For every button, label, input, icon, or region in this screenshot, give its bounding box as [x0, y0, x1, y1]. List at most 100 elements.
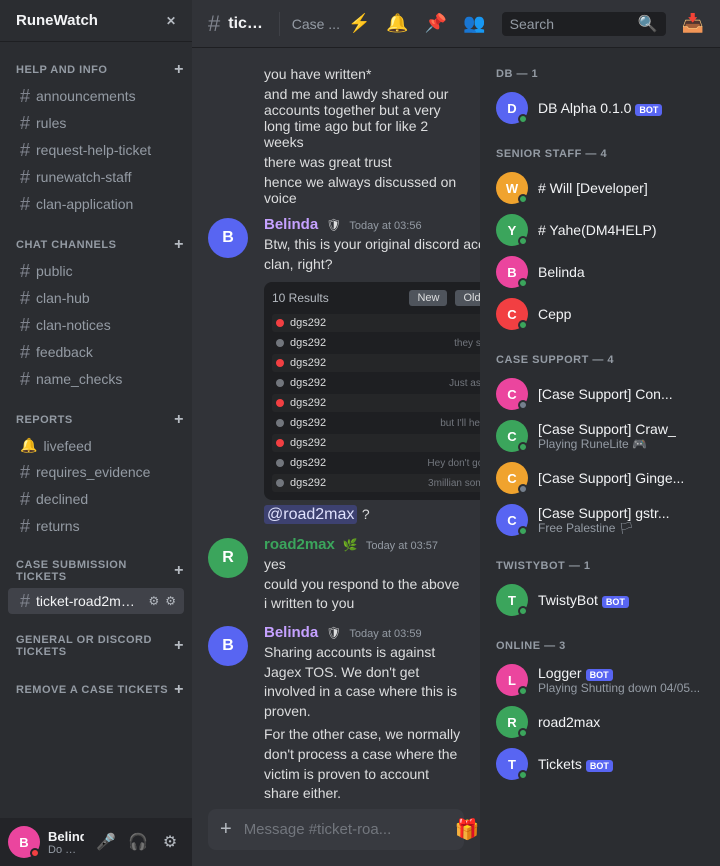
message-row: B Belinda 🛡 Today at 03:59 Sharing accou…	[192, 616, 480, 806]
channel-ticket-road2maxhi[interactable]: # ticket-road2maxhi ⚙ ⚙	[8, 588, 184, 614]
member-item[interactable]: TTicketsBOT	[488, 744, 712, 784]
channel-public[interactable]: # public	[8, 258, 184, 284]
member-category-title: ONLINE — 3	[488, 636, 712, 656]
member-name: Cepp	[538, 306, 704, 322]
channel-clan-hub[interactable]: # clan-hub	[8, 285, 184, 311]
member-item[interactable]: C[Case Support] Ginge...	[488, 458, 712, 498]
list-item: dgs292	[272, 434, 480, 452]
status-indicator	[30, 848, 40, 858]
members-icon[interactable]: 👥	[463, 13, 485, 34]
channel-rules[interactable]: # rules	[8, 110, 184, 136]
message-header: Belinda 🛡 Today at 03:56	[264, 216, 480, 233]
search-bar[interactable]: 🔍	[502, 12, 666, 36]
category-header-chat[interactable]: CHAT CHANNELS +	[0, 233, 192, 257]
channel-clan-notices[interactable]: # clan-notices	[8, 312, 184, 338]
search-input[interactable]	[510, 16, 630, 32]
settings-button[interactable]: ⚙	[156, 828, 184, 856]
channel-announcements[interactable]: # announcements	[8, 83, 184, 109]
category-header-help[interactable]: HELP AND INFO +	[0, 58, 192, 82]
member-item[interactable]: C[Case Support] Craw_Playing RuneLite 🎮	[488, 416, 712, 456]
member-item[interactable]: DDB Alpha 0.1.0BOT	[488, 88, 712, 128]
avatar: C	[496, 298, 528, 330]
inbox-icon[interactable]: 📥	[682, 13, 704, 34]
thread-icon: ⚙	[148, 594, 159, 608]
member-name: TwistyBotBOT	[538, 592, 704, 608]
status-indicator	[518, 484, 528, 494]
gift-icon[interactable]: 🎁	[451, 809, 480, 850]
hash-icon: #	[20, 141, 30, 159]
thread-icon[interactable]: ⚡	[348, 13, 370, 34]
player-name: dgs292	[290, 397, 326, 409]
add-channel-icon[interactable]: +	[174, 237, 184, 253]
member-item[interactable]: C[Case Support] gstr...Free Palestine 🏳	[488, 500, 712, 540]
status-dot	[276, 439, 284, 447]
old-button[interactable]: Old	[455, 290, 480, 306]
message-input-area: + 🎁 GIF 🗒 😊	[192, 809, 480, 866]
hash-icon: #	[20, 87, 30, 105]
new-button[interactable]: New	[409, 290, 447, 306]
pin-icon[interactable]: 📌	[425, 13, 447, 34]
category-header-general-discord[interactable]: GENERAL OR DISCORD TICKETS +	[0, 630, 192, 662]
settings-icon[interactable]: ⚙	[165, 594, 176, 608]
channel-name-checks[interactable]: # name_checks	[8, 366, 184, 392]
list-item: dgs292	[272, 394, 480, 412]
message-author: Belinda	[264, 624, 318, 641]
channel-runewatch-staff[interactable]: # runewatch-staff	[8, 164, 184, 190]
deafen-button[interactable]: 🎧	[124, 828, 152, 856]
mute-button[interactable]: 🎤	[92, 828, 120, 856]
category-header-reports[interactable]: REPORTS +	[0, 408, 192, 432]
member-item[interactable]: TTwistyBotBOT	[488, 580, 712, 620]
list-item: hence we always discussed on voice	[192, 172, 480, 208]
message-attachment: 10 Results New Old Relevant dgs292 dgs29…	[264, 282, 480, 500]
message-header: Belinda 🛡 Today at 03:59	[264, 624, 464, 641]
add-attachment-button[interactable]: +	[216, 810, 236, 849]
member-item[interactable]: C Cepp	[488, 294, 712, 334]
bell-icon: 🔔	[20, 437, 37, 454]
avatar: B	[8, 826, 40, 858]
member-name: road2max	[538, 714, 704, 730]
channel-request-help[interactable]: # request-help-ticket	[8, 137, 184, 163]
avatar: B	[496, 256, 528, 288]
list-item: dgs292 Just asking /Feedbac...	[272, 374, 480, 392]
bell-icon[interactable]: 🔔	[386, 13, 408, 34]
add-channel-icon[interactable]: +	[174, 638, 184, 654]
embed-title: 10 Results	[272, 291, 329, 305]
category-header-case-submission[interactable]: CASE SUBMISSION TICKETS +	[0, 555, 192, 587]
message-text: yes	[264, 555, 464, 575]
bot-badge: BOT	[635, 104, 662, 116]
player-name: dgs292	[290, 337, 326, 349]
category-header-remove-case[interactable]: REMOVE A CASE TICKETS +	[0, 678, 192, 702]
member-item[interactable]: LLoggerBOTPlaying Shutting down 04/05...	[488, 660, 712, 700]
message-text: could you respond to the above i written…	[264, 575, 464, 614]
add-channel-icon[interactable]: +	[174, 682, 184, 698]
channel-declined[interactable]: # declined	[8, 486, 184, 512]
channel-requires-evidence[interactable]: # requires_evidence	[8, 459, 184, 485]
author-badge: 🛡	[326, 218, 341, 232]
channel-returns[interactable]: # returns	[8, 513, 184, 539]
member-status-text: Playing Shutting down 04/05...	[538, 681, 704, 695]
member-item[interactable]: C[Case Support] Con...	[488, 374, 712, 414]
player-detail: 3millian somePc... okey fine	[428, 478, 480, 489]
channel-clan-application[interactable]: # clan-application	[8, 191, 184, 217]
message-text: Sharing accounts is against Jagex TOS. W…	[264, 643, 464, 721]
player-detail: Hey don't go off for satt com	[427, 458, 480, 469]
messages-area: you have written* and me and lawdy share…	[192, 48, 480, 809]
message-row: B Belinda 🛡 Today at 03:56 Btw, this is …	[192, 208, 480, 502]
bot-badge: BOT	[586, 669, 613, 681]
channel-livefeed[interactable]: 🔔 livefeed	[8, 433, 184, 458]
message-timestamp: Today at 03:56	[349, 220, 421, 232]
add-channel-icon[interactable]: +	[174, 563, 184, 579]
add-channel-icon[interactable]: +	[174, 412, 184, 428]
channel-feedback[interactable]: # feedback	[8, 339, 184, 365]
member-item[interactable]: Rroad2max	[488, 702, 712, 742]
member-item[interactable]: BBelinda	[488, 252, 712, 292]
message-content: Belinda 🛡 Today at 03:56 Btw, this is yo…	[264, 216, 480, 500]
hash-icon: #	[20, 316, 30, 334]
add-channel-icon[interactable]: +	[174, 62, 184, 78]
member-item[interactable]: W# Will [Developer]	[488, 168, 712, 208]
server-name[interactable]: RuneWatch ✕	[0, 0, 192, 42]
member-status-text: Playing RuneLite 🎮	[538, 437, 704, 451]
member-item[interactable]: Y# Yahe(DM4HELP)	[488, 210, 712, 250]
message-input[interactable]	[244, 809, 443, 850]
avatar: R	[496, 706, 528, 738]
